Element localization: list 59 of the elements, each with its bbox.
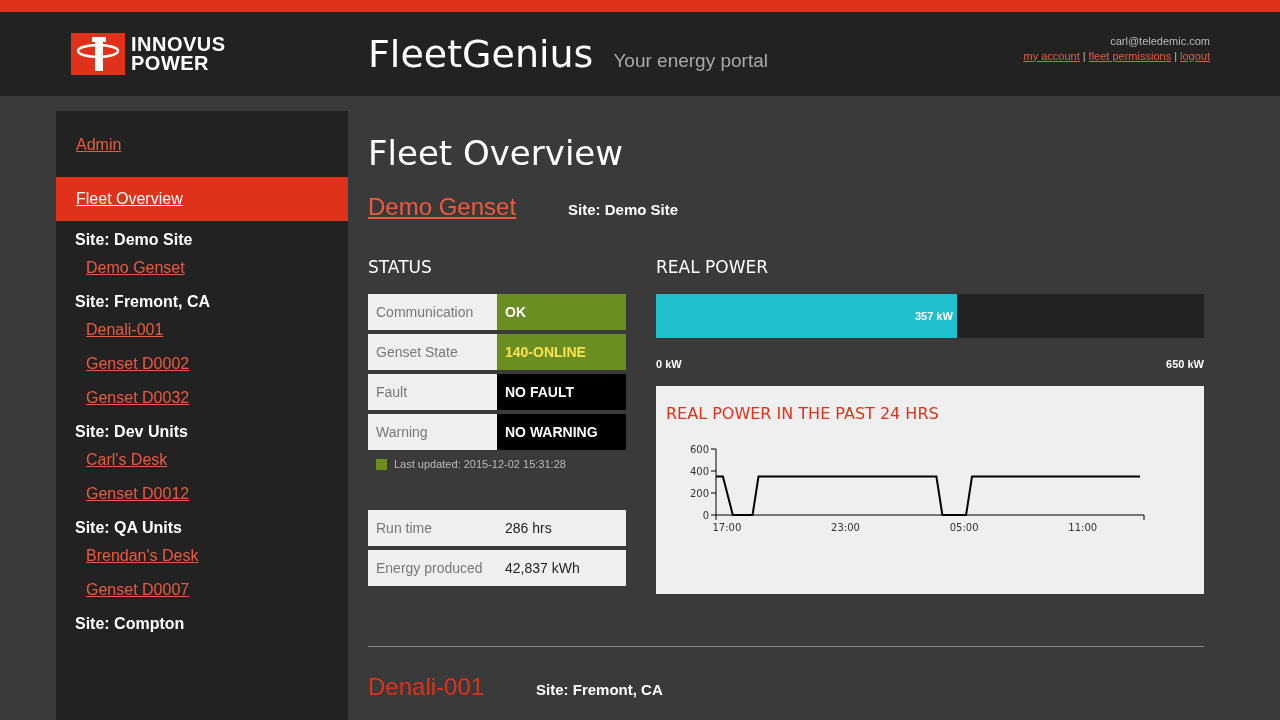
status-label: Communication (368, 294, 497, 330)
scale-min: 0 kW (656, 358, 682, 370)
status-value: NO WARNING (497, 414, 626, 450)
status-label: Genset State (368, 334, 497, 370)
stat-label: Run time (368, 510, 497, 546)
status-value: NO FAULT (497, 374, 626, 410)
genset-link[interactable]: Genset D0002 (56, 355, 348, 373)
x-tick-label: 17:00 (712, 522, 742, 533)
stat-value: 42,837 kWh (497, 550, 626, 586)
y-tick-label: 200 (689, 487, 709, 499)
header-link[interactable]: my account (1023, 49, 1080, 62)
site-label: Site: Demo Site (568, 201, 679, 218)
status-value: 140-ONLINE (497, 334, 626, 370)
page-title: Fleet Overview (368, 133, 625, 173)
genset-link[interactable]: Demo Genset (56, 259, 348, 277)
genset-link[interactable]: Carl's Desk (56, 451, 348, 469)
y-tick-label: 400 (689, 465, 709, 477)
x-tick-label: 11:00 (1068, 522, 1098, 533)
genset-title-link[interactable]: Demo Genset (368, 193, 517, 221)
status-label: Warning (368, 414, 497, 450)
app-title: FleetGenius (368, 32, 594, 76)
section-title: REAL POWER (656, 257, 770, 277)
last-updated: Last updated: 2015-12-02 15:31:28 (394, 458, 566, 470)
logo-icon (71, 33, 125, 75)
site-label: Site: QA Units (74, 519, 183, 537)
genset-link[interactable]: Genset D0032 (56, 389, 348, 407)
y-tick-label: 0 (702, 509, 709, 521)
site-label: Site: Dev Units (74, 423, 189, 441)
status-label: Fault (368, 374, 497, 410)
site-label: Site: Fremont, CA (74, 293, 212, 311)
scale-max: 650 kW (1166, 358, 1204, 370)
power-reading: 357 kW (914, 310, 954, 322)
sidebar-item[interactable]: Admin (56, 123, 348, 167)
status-indicator (376, 458, 387, 470)
chart-title: REAL POWER IN THE PAST 24 HRS (665, 404, 940, 423)
genset-link[interactable]: Genset D0007 (56, 581, 348, 599)
genset-title-link[interactable]: Denali-001 (368, 673, 485, 701)
genset-link[interactable]: Denali-001 (56, 321, 348, 339)
status-value: OK (497, 294, 626, 330)
stat-label: Energy produced (368, 550, 497, 586)
header-link[interactable]: logout (1180, 49, 1210, 62)
section-title: STATUS (368, 257, 433, 277)
separator: | (1174, 49, 1177, 62)
genset-link[interactable]: Genset D0012 (56, 485, 348, 503)
tagline: Your energy portal (613, 50, 768, 72)
y-tick-label: 600 (689, 443, 709, 455)
separator: | (1082, 49, 1086, 62)
genset-link[interactable]: Brendan's Desk (56, 547, 348, 565)
logo-text: INNOVUS POWER (131, 35, 226, 73)
site-label: Site: Fremont, CA (536, 681, 663, 698)
stat-value: 286 hrs (497, 510, 626, 546)
sidebar-item[interactable]: Fleet Overview (56, 177, 348, 221)
site-label: Site: Demo Site (74, 231, 194, 249)
header-link[interactable]: fleet permissions (1088, 49, 1172, 62)
x-tick-label: 05:00 (949, 522, 979, 533)
user-email: carl@teledemic.com (1109, 34, 1210, 47)
x-tick-label: 23:00 (831, 522, 860, 533)
site-label: Site: Compton (74, 615, 186, 633)
y-axis (710, 448, 717, 516)
